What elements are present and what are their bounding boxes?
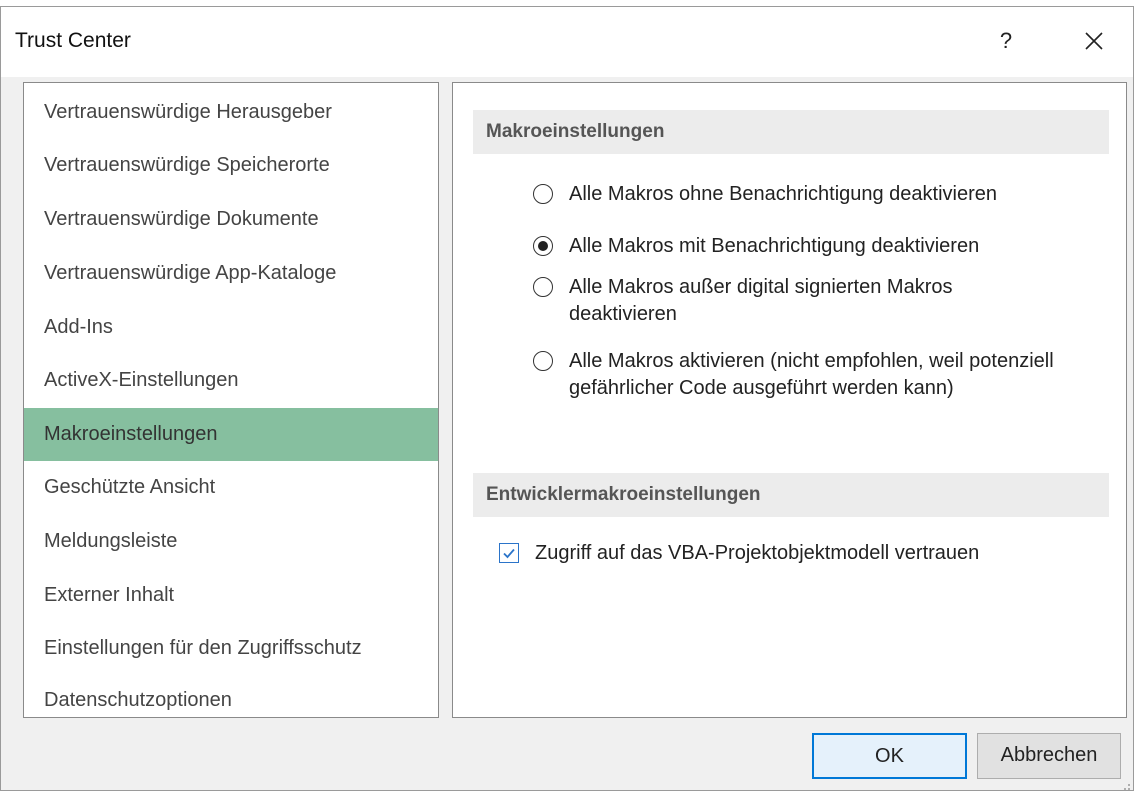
radio-label: Alle Makros ohne Benachrichtigung deakti… [569, 183, 998, 205]
sidebar-item-trusted-documents[interactable]: Vertrauenswürdige Dokumente [24, 193, 438, 246]
trust-center-dialog: Trust Center ? Vertrauenswürdige Herausg… [0, 6, 1134, 791]
sidebar-item-add-ins[interactable]: Add-Ins [24, 301, 438, 354]
help-button[interactable]: ? [991, 23, 1021, 59]
radio-button[interactable] [533, 277, 553, 297]
sidebar-nav: Vertrauenswürdige Herausgeber Vertrauens… [23, 82, 439, 718]
sidebar-item-activex[interactable]: ActiveX-Einstellungen [24, 354, 438, 407]
radio-button[interactable] [533, 351, 553, 371]
sidebar-item-privacy-options[interactable]: Datenschutzoptionen [24, 674, 438, 727]
radio-label: Alle Makros mit Benachrichtigung deaktiv… [569, 235, 980, 257]
checkbox[interactable] [499, 543, 519, 563]
radio-label: Alle Makros aktivieren (nicht empfohlen,… [569, 350, 1054, 399]
sidebar-item-protected-view[interactable]: Geschützte Ansicht [24, 461, 438, 514]
checkbox-label: Zugriff auf das VBA-Projektobjektmodell … [535, 542, 980, 564]
developer-macro-settings-header: Entwicklermakroeinstellungen [473, 473, 1109, 517]
ok-button[interactable]: OK [812, 733, 967, 779]
radio-button[interactable] [533, 184, 553, 204]
macro-settings-header: Makroeinstellungen [473, 110, 1109, 154]
close-button[interactable] [1074, 23, 1114, 59]
sidebar-item-message-bar[interactable]: Meldungsleiste [24, 515, 438, 568]
title-bar: Trust Center ? [1, 7, 1133, 77]
checkmark-icon [503, 548, 515, 559]
radio-button-selected[interactable] [533, 236, 553, 256]
radio-label: Alle Makros außer digital signierten Mak… [569, 276, 953, 325]
sidebar-item-trusted-publishers[interactable]: Vertrauenswürdige Herausgeber [24, 86, 438, 139]
sidebar-item-trusted-locations[interactable]: Vertrauenswürdige Speicherorte [24, 139, 438, 192]
sidebar-item-trusted-app-catalogs[interactable]: Vertrauenswürdige App-Kataloge [24, 247, 438, 300]
sidebar-item-macro-settings[interactable]: Makroeinstellungen [24, 408, 438, 461]
sidebar-item-access-protection[interactable]: Einstellungen für den Zugriffsschutz [24, 622, 438, 675]
cancel-button[interactable]: Abbrechen [977, 733, 1121, 779]
settings-panel: Makroeinstellungen Alle Makros ohne Bena… [452, 82, 1127, 718]
resize-grip-icon[interactable] [1121, 778, 1131, 790]
dialog-title: Trust Center [15, 29, 131, 52]
close-icon [1084, 32, 1104, 50]
sidebar-item-external-content[interactable]: Externer Inhalt [24, 569, 438, 622]
